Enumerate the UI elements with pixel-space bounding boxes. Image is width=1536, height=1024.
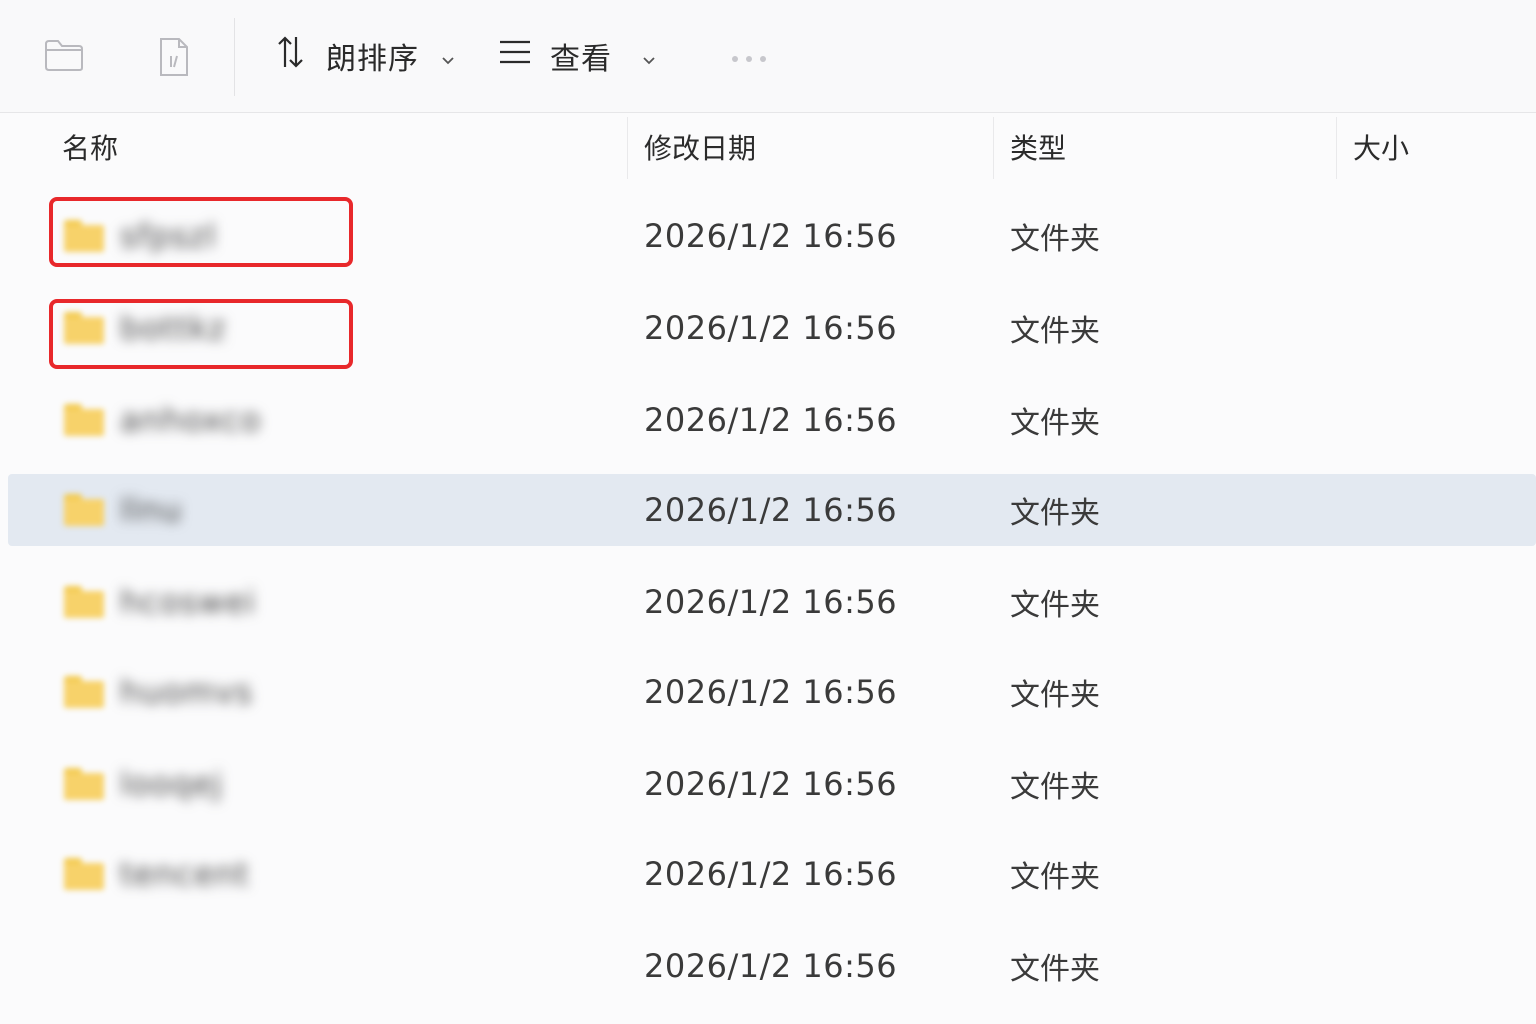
file-name: llnu — [120, 491, 183, 529]
folder-icon — [64, 768, 104, 800]
sort-icon — [276, 35, 308, 77]
file-name: huomvs — [120, 673, 253, 711]
view-icon — [498, 38, 532, 74]
modified-date: 2026/1/2 16:56 — [644, 583, 898, 621]
highlight-box — [49, 299, 353, 369]
file-type: 文件夹 — [1010, 952, 1100, 987]
chevron-down-icon — [642, 39, 656, 74]
modified-date: 2026/1/2 16:56 — [644, 401, 898, 439]
modified-date: 2026/1/2 16:56 — [644, 491, 898, 529]
file-type: 文件夹 — [1010, 860, 1100, 895]
column-header: 名称 修改日期 类型 大小 — [0, 113, 1536, 181]
modified-date: 2026/1/2 16:56 — [644, 947, 898, 985]
column-date[interactable]: 修改日期 — [644, 113, 756, 181]
new-folder-icon[interactable] — [44, 38, 84, 76]
file-name: looqej — [120, 765, 223, 803]
file-type: 文件夹 — [1010, 314, 1100, 349]
file-type: 文件夹 — [1010, 588, 1100, 623]
column-name[interactable]: 名称 — [62, 113, 118, 181]
more-icon[interactable] — [732, 56, 766, 62]
highlight-box — [49, 197, 353, 267]
file-type: 文件夹 — [1010, 770, 1100, 805]
column-size[interactable]: 大小 — [1353, 113, 1409, 181]
folder-icon — [64, 404, 104, 436]
table-row[interactable]: 2026/1/2 16:56 文件夹 — [8, 930, 1536, 1002]
toolbar-separator — [234, 18, 235, 96]
file-name: anhoxco — [120, 401, 262, 439]
sort-button[interactable]: 朗排序 — [276, 30, 455, 82]
sort-label: 朗排序 — [326, 42, 419, 77]
folder-icon — [64, 494, 104, 526]
column-divider[interactable] — [627, 117, 628, 179]
file-name: hcoswei — [120, 583, 256, 621]
file-name: tencent — [120, 855, 250, 893]
modified-date: 2026/1/2 16:56 — [644, 217, 898, 255]
table-row[interactable]: looqej 2026/1/2 16:56 文件夹 — [8, 748, 1536, 820]
file-type: 文件夹 — [1010, 678, 1100, 713]
folder-icon — [64, 676, 104, 708]
column-divider[interactable] — [993, 117, 994, 179]
modified-date: 2026/1/2 16:56 — [644, 765, 898, 803]
new-file-icon[interactable] — [158, 36, 190, 82]
command-bar: 朗排序 查看 — [0, 0, 1536, 113]
view-label: 查看 — [550, 42, 612, 77]
file-type: 文件夹 — [1010, 406, 1100, 441]
chevron-down-icon — [441, 39, 455, 74]
column-type[interactable]: 类型 — [1010, 113, 1066, 181]
folder-icon — [64, 586, 104, 618]
file-type: 文件夹 — [1010, 496, 1100, 531]
modified-date: 2026/1/2 16:56 — [644, 673, 898, 711]
table-row[interactable]: hcoswei 2026/1/2 16:56 文件夹 — [8, 566, 1536, 638]
table-row[interactable]: tencent 2026/1/2 16:56 文件夹 — [8, 838, 1536, 910]
modified-date: 2026/1/2 16:56 — [644, 855, 898, 893]
column-divider[interactable] — [1336, 117, 1337, 179]
view-button[interactable]: 查看 — [498, 30, 656, 82]
table-row[interactable]: anhoxco 2026/1/2 16:56 文件夹 — [8, 384, 1536, 456]
file-type: 文件夹 — [1010, 222, 1100, 257]
modified-date: 2026/1/2 16:56 — [644, 309, 898, 347]
table-row[interactable]: llnu 2026/1/2 16:56 文件夹 — [8, 474, 1536, 546]
folder-icon — [64, 858, 104, 890]
table-row[interactable]: huomvs 2026/1/2 16:56 文件夹 — [8, 656, 1536, 728]
